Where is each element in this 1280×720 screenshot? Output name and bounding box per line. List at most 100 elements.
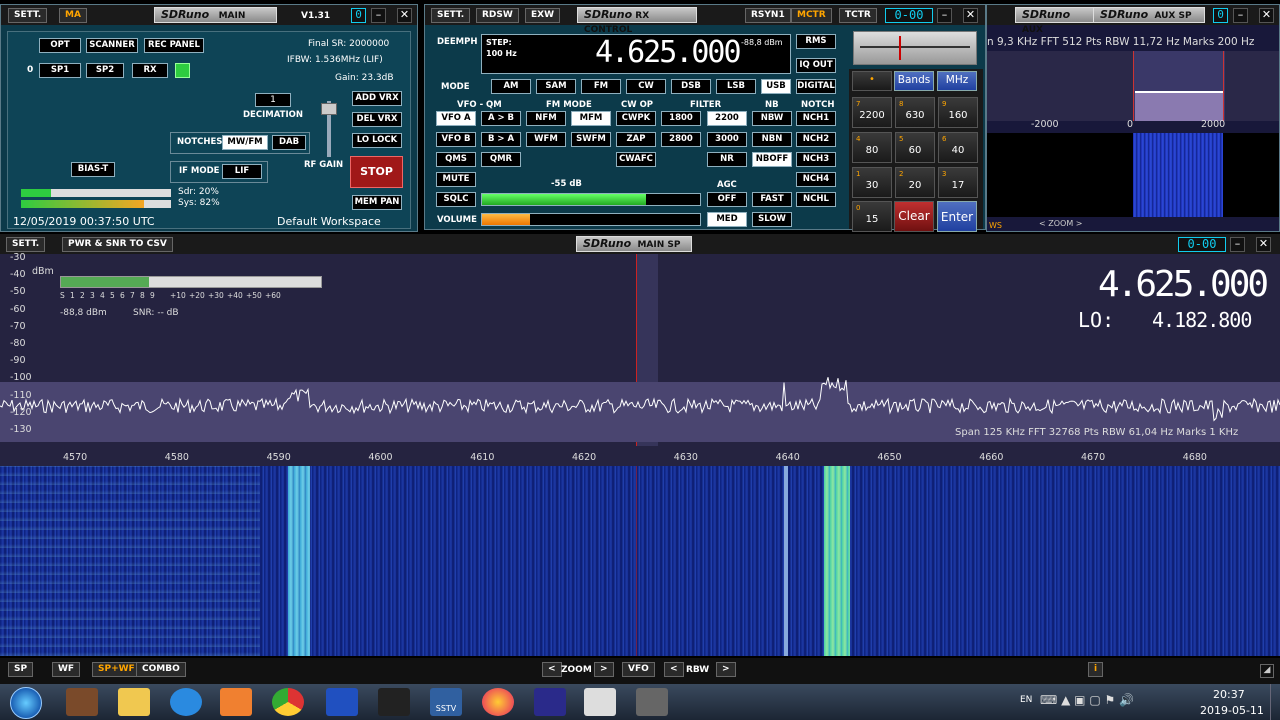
row2-swfm-button[interactable]: SWFM	[571, 132, 611, 147]
row1-1800-button[interactable]: 1800	[661, 111, 701, 126]
media-player-icon[interactable]	[220, 688, 252, 716]
rx-close-icon[interactable]: ✕	[963, 8, 978, 23]
rms-button[interactable]: RMS	[796, 34, 836, 49]
aux-zoom[interactable]: < ZOOM >	[1039, 219, 1082, 228]
zoom-left-button[interactable]: <	[542, 662, 562, 677]
main-minimize-icon[interactable]: –	[371, 8, 386, 23]
sstv-icon[interactable]: SSTV	[430, 688, 462, 716]
row2-nch2-button[interactable]: NCH2	[796, 132, 836, 147]
vfo-center-button[interactable]: VFO	[622, 662, 655, 677]
key-3[interactable]: 3 17	[938, 167, 978, 198]
mode-usb-button[interactable]: USB	[761, 79, 791, 94]
mwfm-button[interactable]: MW/FM	[222, 135, 268, 150]
tray-icons[interactable]: ⌨ ▲ ▣ ▢ ⚑ 🔊	[1040, 693, 1134, 707]
sp2-button[interactable]: SP2	[86, 63, 124, 78]
rx-minimize-icon[interactable]: –	[937, 8, 952, 23]
key-7[interactable]: 7 2200	[852, 97, 892, 128]
row2-ba-button[interactable]: B > A	[481, 132, 521, 147]
aux-close-icon[interactable]: ✕	[1259, 8, 1274, 23]
mainsp-close-icon[interactable]: ✕	[1256, 237, 1271, 252]
tool-icon[interactable]	[378, 688, 410, 716]
row2-3000-button[interactable]: 3000	[707, 132, 747, 147]
info-button[interactable]: i	[1088, 662, 1104, 677]
keypad-dot-button[interactable]: •	[852, 71, 892, 91]
mctr-button[interactable]: MCTR	[791, 8, 832, 23]
rbw-left-button[interactable]: <	[664, 662, 684, 677]
chrome-icon[interactable]	[272, 688, 304, 716]
key-6[interactable]: 6 40	[938, 132, 978, 163]
row1-ab-button[interactable]: A > B	[481, 111, 521, 126]
mode-fm-button[interactable]: FM	[581, 79, 621, 94]
mode-cw-button[interactable]: CW	[626, 79, 666, 94]
tctr-button[interactable]: TCTR	[839, 8, 877, 23]
row1-2200-button[interactable]: 2200	[707, 111, 747, 126]
lo-lock-button[interactable]: LO LOCK	[352, 133, 402, 148]
radio-app-icon[interactable]	[66, 688, 98, 716]
main-close-icon[interactable]: ✕	[397, 8, 412, 23]
key-9[interactable]: 9 160	[938, 97, 978, 128]
key-4[interactable]: 4 80	[852, 132, 892, 163]
vfo-frequency[interactable]: 4.625.000	[595, 35, 742, 70]
key-8[interactable]: 8 630	[895, 97, 935, 128]
decimation-box[interactable]: 1	[255, 93, 291, 107]
wf-view-button[interactable]: WF	[52, 662, 81, 677]
agc-med-button[interactable]: MED	[707, 212, 747, 227]
mute-button[interactable]: MUTE	[436, 172, 476, 187]
row3-nboff-button[interactable]: NBOFF	[752, 152, 792, 167]
rf-gain-thumb[interactable]	[321, 103, 337, 115]
row1-vfoa-button[interactable]: VFO A	[436, 111, 476, 126]
rbw-right-button[interactable]: >	[716, 662, 736, 677]
lo-frequency[interactable]: 4.182.800	[1152, 308, 1252, 332]
main-waterfall[interactable]	[0, 466, 1280, 656]
sp-view-button[interactable]: SP	[8, 662, 34, 677]
sp1-button[interactable]: SP1	[39, 63, 81, 78]
mainsp-sett-button[interactable]: SETT.	[6, 237, 46, 252]
mainsp-frequency[interactable]: 4.625.000	[1098, 264, 1269, 305]
mhz-button[interactable]: MHz	[937, 71, 977, 91]
rx-sett-button[interactable]: SETT.	[431, 8, 471, 23]
row2-wfm-button[interactable]: WFM	[526, 132, 566, 147]
zoom-right-button[interactable]: >	[594, 662, 614, 677]
opt-button[interactable]: OPT	[39, 38, 81, 53]
sdruno-taskbar-icon[interactable]	[326, 688, 358, 716]
doc-app-icon[interactable]	[584, 688, 616, 716]
row3-cwafc-button[interactable]: CWAFC	[616, 152, 656, 167]
row2-zap-button[interactable]: ZAP	[616, 132, 656, 147]
row2-nbn-button[interactable]: NBN	[752, 132, 792, 147]
resize-grip-icon[interactable]: ◢	[1260, 664, 1274, 678]
row3-nr-button[interactable]: NR	[707, 152, 747, 167]
mode-digital-button[interactable]: DIGITAL	[796, 79, 836, 94]
wr-app-icon[interactable]	[534, 688, 566, 716]
row3-nch3-button[interactable]: NCH3	[796, 152, 836, 167]
start-button-icon[interactable]	[10, 687, 42, 719]
exw-button[interactable]: EXW	[525, 8, 561, 23]
nchl-button[interactable]: NCHL	[796, 192, 836, 207]
row1-nfm-button[interactable]: NFM	[526, 111, 566, 126]
rx-button[interactable]: RX	[132, 63, 168, 78]
nch4-button[interactable]: NCH4	[796, 172, 836, 187]
combo-view-button[interactable]: COMBO	[136, 662, 186, 677]
mode-dsb-button[interactable]: DSB	[671, 79, 711, 94]
mode-am-button[interactable]: AM	[491, 79, 531, 94]
language-indicator[interactable]: EN	[1020, 695, 1032, 705]
del-vrx-button[interactable]: DEL VRX	[352, 112, 402, 127]
bias-t-button[interactable]: BIAS-T	[71, 162, 115, 177]
volume-slider[interactable]	[481, 213, 701, 226]
row2-2800-button[interactable]: 2800	[661, 132, 701, 147]
agc-slow-button[interactable]: SLOW	[752, 212, 792, 227]
window-app-icon[interactable]	[636, 688, 668, 716]
main-sett-button[interactable]: SETT.	[8, 8, 48, 23]
rsyn1-button[interactable]: RSYN1	[745, 8, 791, 23]
row3-qms-button[interactable]: QMS	[436, 152, 476, 167]
step-value[interactable]: 100 Hz	[486, 49, 517, 58]
stop-button[interactable]: STOP	[350, 156, 403, 188]
main-ma-button[interactable]: MA	[59, 8, 87, 23]
row1-mfm-button[interactable]: MFM	[571, 111, 611, 126]
add-vrx-button[interactable]: ADD VRX	[352, 91, 402, 106]
clock-time[interactable]: 20:37	[1213, 688, 1245, 701]
rec-panel-button[interactable]: REC PANEL	[144, 38, 204, 53]
aux-minimize-icon[interactable]: –	[1233, 8, 1248, 23]
key-1[interactable]: 1 30	[852, 167, 892, 198]
spwf-view-button[interactable]: SP+WF	[92, 662, 141, 677]
bands-button[interactable]: Bands	[894, 71, 934, 91]
